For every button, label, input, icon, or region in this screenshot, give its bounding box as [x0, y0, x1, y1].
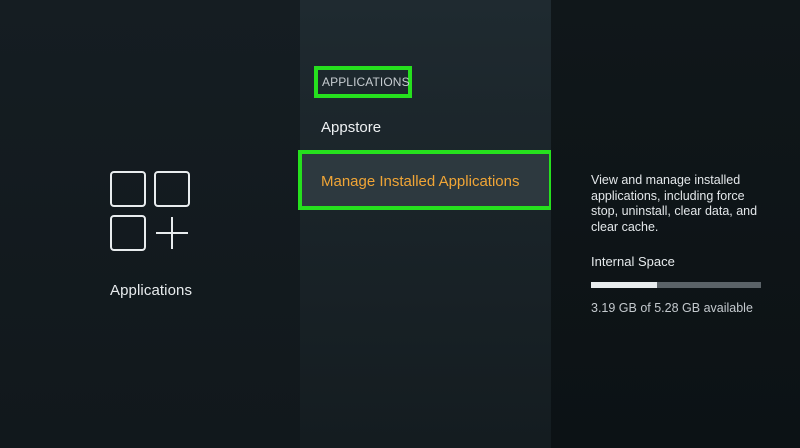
menu-item-manage-installed-applications[interactable]: Manage Installed Applications: [298, 150, 553, 210]
item-description: View and manage installed applications, …: [591, 173, 758, 234]
storage-title: Internal Space: [591, 254, 675, 269]
section-header: APPLICATIONS: [314, 66, 412, 98]
storage-progress-fill: [591, 282, 658, 288]
menu-item-label: Manage Installed Applications: [321, 173, 520, 190]
category-title: Applications: [110, 282, 193, 299]
category-pane: Applications: [0, 0, 300, 448]
applications-grid-plus-icon: [110, 171, 190, 251]
menu-item-appstore[interactable]: Appstore: [321, 119, 381, 136]
storage-progress-bar: [591, 282, 761, 288]
settings-screen: Applications APPLICATIONS Appstore Manag…: [0, 0, 800, 448]
storage-summary: 3.19 GB of 5.28 GB available: [591, 301, 753, 315]
